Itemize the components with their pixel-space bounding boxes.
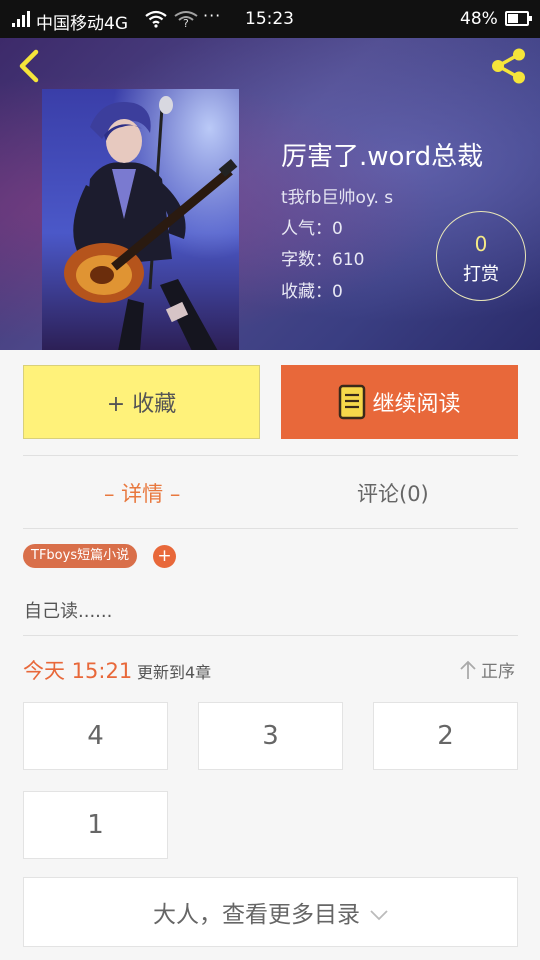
svg-text:?: ? (183, 17, 189, 28)
battery-percent: 48% (460, 9, 498, 29)
chapter-item[interactable]: 4 (23, 702, 168, 770)
add-to-favorites-button[interactable]: + 收藏 (23, 365, 260, 439)
book-author[interactable]: t我fb巨帅oy. s (281, 183, 393, 208)
book-description: 自己读...... (24, 601, 113, 622)
chapter-item[interactable]: 2 (373, 702, 518, 770)
tab-detail[interactable]: – 详情 – (104, 478, 180, 508)
word-count-stat: 字数：610 (281, 250, 365, 270)
add-tag-button[interactable]: + (153, 545, 176, 568)
chapter-item[interactable]: 1 (23, 791, 168, 859)
sort-order-label: 正序 (481, 662, 515, 682)
divider (23, 635, 518, 636)
category-tag[interactable]: TFboys短篇小说 (23, 544, 138, 568)
book-header: 厉害了.word总裁 t我fb巨帅oy. s 人气：0 字数：610 收藏：0 … (0, 38, 540, 350)
divider (23, 455, 518, 456)
sort-order-button[interactable]: 正序 (459, 657, 515, 682)
arrow-up-icon (460, 660, 476, 679)
battery-icon (505, 11, 532, 26)
chapter-item[interactable]: 3 (198, 702, 343, 770)
more-catalog-button[interactable]: 大人，查看更多目录 (23, 877, 518, 947)
update-date: 今天 15:21 (23, 659, 133, 683)
more-catalog-label: 大人，查看更多目录 (153, 902, 360, 928)
divider (23, 528, 518, 529)
continue-reading-label: 继续阅读 (372, 392, 461, 417)
clock: 15:23 (245, 9, 294, 29)
tip-label: 打赏 (463, 264, 499, 285)
wifi-icon (145, 10, 167, 28)
tab-comments[interactable]: 评论(0) (357, 478, 429, 508)
back-arrow-icon[interactable] (14, 48, 46, 84)
carrier-label: 中国移动4G (36, 14, 128, 34)
book-icon (339, 384, 366, 420)
tip-button[interactable]: 0 打赏 (436, 211, 526, 301)
favorites-stat: 收藏：0 (281, 282, 343, 302)
add-to-favorites-label: + 收藏 (106, 392, 177, 417)
tip-count: 0 (474, 232, 488, 256)
wifi-secondary-icon: ? (174, 11, 198, 28)
book-cover-image[interactable] (42, 89, 239, 350)
update-status: 更新到4章 (137, 663, 212, 682)
book-title: 厉害了.word总裁 (281, 142, 484, 172)
more-dots-icon: ··· (203, 6, 222, 25)
continue-reading-button[interactable]: 继续阅读 (281, 365, 518, 439)
popularity-stat: 人气：0 (281, 219, 343, 239)
chevron-down-icon (370, 910, 388, 921)
signal-icon (12, 11, 30, 27)
share-icon[interactable] (488, 46, 530, 86)
status-bar: 中国移动4G ? ··· 15:23 48% (0, 0, 540, 38)
